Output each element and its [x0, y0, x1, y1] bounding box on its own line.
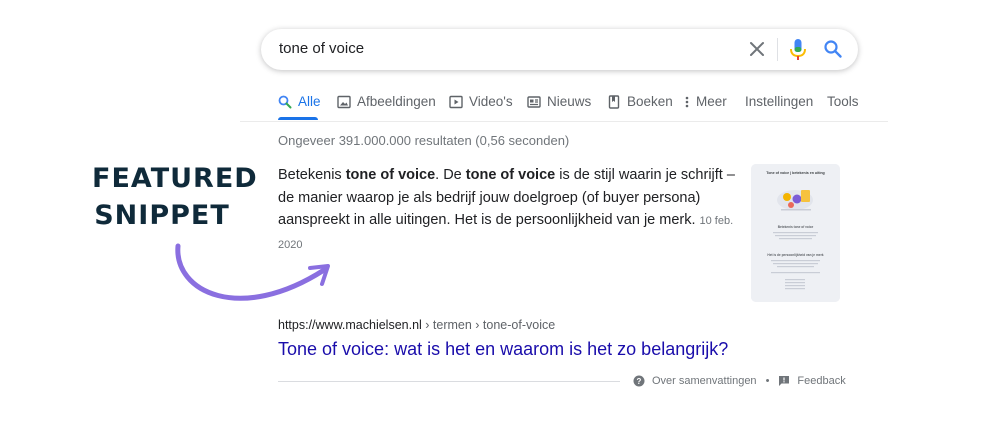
feedback-link[interactable]: Feedback — [797, 375, 845, 387]
active-tab-indicator — [278, 117, 318, 120]
tab-label: Nieuws — [547, 94, 592, 109]
tab-nieuws[interactable]: Nieuws — [527, 94, 591, 109]
search-divider — [777, 38, 778, 61]
snippet-thumbnail[interactable]: Tone of voice | betekenis en uiting Bete… — [751, 164, 840, 302]
tab-label: Instellingen — [745, 94, 814, 109]
annotation-line-2: SNIPPET — [94, 200, 230, 231]
feedback-icon — [779, 376, 790, 386]
tab-afbeeldingen[interactable]: Afbeeldingen — [337, 94, 436, 109]
search-input[interactable]: tone of voice — [279, 40, 364, 57]
result-breadcrumb: › termen › tone-of-voice — [421, 318, 556, 332]
tab-tools[interactable]: Tools — [827, 94, 859, 109]
featured-snippet-text: Betekenis tone of voice. De tone of voic… — [278, 164, 738, 256]
search-icon[interactable] — [823, 39, 843, 59]
result-domain: https://www.machielsen.nl — [278, 318, 422, 332]
snippet-highlight: tone of voice — [345, 167, 436, 183]
tab-meer[interactable]: Meer — [684, 94, 727, 109]
result-url[interactable]: https://www.machielsen.nl › termen › ton… — [278, 318, 555, 332]
tabs-divider — [240, 121, 888, 122]
annotation-line-1: FEATURED — [92, 163, 258, 194]
tab-boeken[interactable]: Boeken — [607, 94, 673, 109]
tab-label: Boeken — [627, 94, 673, 109]
news-icon — [527, 95, 541, 108]
image-icon — [337, 95, 351, 108]
clear-icon[interactable] — [747, 39, 767, 59]
svg-text:?: ? — [637, 377, 642, 386]
tab-instellingen[interactable]: Instellingen — [745, 94, 813, 109]
snippet-text: Betekenis — [278, 167, 346, 183]
result-title-link[interactable]: Tone of voice: wat is het en waarom is h… — [278, 339, 728, 360]
microphone-icon[interactable] — [789, 38, 807, 61]
result-stats: Ongeveer 391.000.000 resultaten (0,56 se… — [278, 133, 570, 148]
tab-label: Afbeeldingen — [357, 94, 436, 109]
thumbnail-heading: Betekenis tone of voice — [778, 225, 814, 229]
thumbnail-image: Tone of voice | betekenis en uiting Bete… — [751, 164, 840, 302]
about-snippets-link[interactable]: Over samenvattingen — [652, 375, 757, 387]
book-icon — [608, 94, 620, 109]
tab-alle[interactable]: Alle — [278, 94, 321, 109]
featured-snippet-annotation: FEATURED SNIPPET — [92, 160, 258, 234]
snippet-highlight: tone of voice — [465, 167, 556, 183]
tab-label: Alle — [298, 94, 321, 109]
tab-label: Tools — [827, 94, 859, 109]
video-icon — [449, 95, 463, 108]
help-icon: ? — [633, 375, 645, 387]
footer-divider — [278, 381, 620, 382]
snippet-footer: ? Over samenvattingen • Feedback — [633, 374, 846, 388]
search-icon — [278, 95, 292, 108]
tab-label: Video's — [469, 94, 513, 109]
thumbnail-heading: Het is de persoonlijkheid van je merk — [767, 253, 823, 257]
snippet-text: . De — [435, 167, 466, 183]
footer-separator: • — [765, 375, 770, 387]
search-bar[interactable]: tone of voice — [261, 29, 858, 70]
thumbnail-title: Tone of voice | betekenis en uiting — [766, 171, 824, 175]
more-vert-icon — [685, 96, 689, 107]
tab-label: Meer — [696, 94, 727, 109]
tab-videos[interactable]: Video's — [449, 94, 513, 109]
